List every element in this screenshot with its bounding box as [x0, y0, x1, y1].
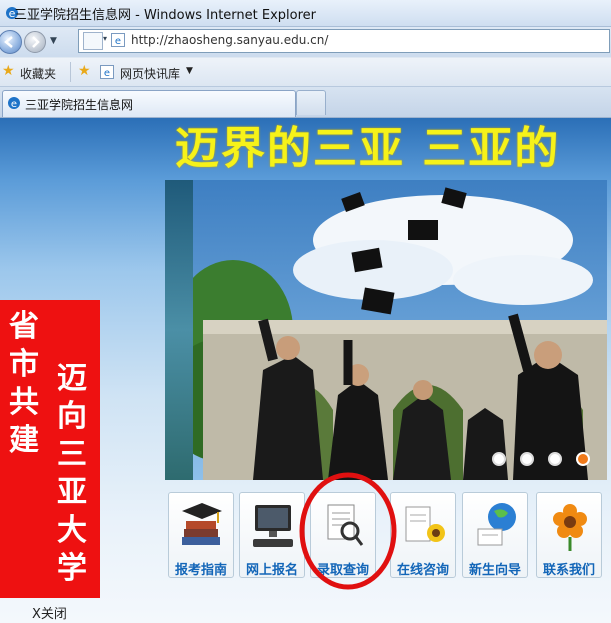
nav-button-label: 新生向导 — [468, 563, 521, 578]
separator — [70, 62, 71, 82]
nav-button-label: 联系我们 — [542, 563, 595, 578]
add-favorite-icon[interactable]: ★ — [78, 63, 91, 79]
slider-edge — [165, 180, 193, 480]
tab-favicon-icon: e — [8, 97, 20, 110]
slider-dot-1[interactable] — [492, 452, 506, 466]
header-banner-text: 迈界的三亚 三亚的 — [175, 123, 561, 174]
address-bar[interactable]: ▾ e http://zhaosheng.sanyau.edu.cn/ — [78, 29, 610, 53]
side-banner-text-1: 省市共建 — [9, 309, 39, 458]
svg-text:e: e — [11, 99, 17, 110]
photo-slider[interactable] — [165, 180, 607, 480]
nav-button-freshman-guide[interactable]: 新生向导 — [462, 492, 528, 578]
favorites-button[interactable]: 收藏夹 — [20, 65, 56, 82]
nav-button-label: 报考指南 — [174, 563, 227, 578]
tab-current[interactable]: e 三亚学院招生信息网 — [2, 90, 296, 117]
page-favicon-icon: e — [111, 33, 125, 47]
flower-icon — [553, 504, 587, 551]
compatibility-icon[interactable] — [83, 32, 103, 50]
forward-button[interactable] — [24, 31, 46, 53]
arrow-right-icon — [32, 36, 40, 48]
svg-text:e: e — [104, 68, 110, 79]
web-slice-gallery-link[interactable]: 网页快讯库 — [120, 65, 180, 82]
favorites-bar: ★ 收藏夹 ★ e 网页快讯库 ▼ — [0, 58, 611, 87]
back-button[interactable] — [0, 30, 22, 54]
globe-icon — [477, 503, 516, 546]
window-title-bar: e 三亚学院招生信息网 - Windows Internet Explorer — [0, 0, 611, 27]
nav-button-label: 网上报名 — [245, 563, 298, 578]
close-banner-link[interactable]: X关闭 — [32, 603, 67, 622]
slider-dot-2[interactable] — [520, 452, 534, 466]
tab-label: 三亚学院招生信息网 — [25, 98, 134, 112]
guide-icon — [182, 503, 222, 545]
nav-button-application-guide[interactable]: 报考指南 — [168, 492, 234, 578]
computer-icon — [253, 505, 293, 547]
notepad-flower-icon — [405, 506, 445, 542]
nav-button-contact-us[interactable]: 联系我们 — [536, 492, 602, 578]
side-banner-text-2: 迈向三亚大学 — [57, 361, 87, 586]
gallery-dropdown-icon[interactable]: ▼ — [186, 66, 193, 76]
side-banner-ad[interactable]: 省市共建 迈向三亚大学 — [0, 300, 100, 598]
slider-dot-3[interactable] — [548, 452, 562, 466]
address-dropdown-icon[interactable]: ▾ — [103, 34, 107, 43]
svg-text:e: e — [115, 36, 121, 47]
slider-dot-4-active[interactable] — [576, 452, 590, 466]
window-title: 三亚学院招生信息网 - Windows Internet Explorer — [14, 8, 316, 23]
web-slice-icon: e — [100, 65, 114, 79]
address-url: http://zhaosheng.sanyau.edu.cn/ — [131, 33, 329, 47]
page-content: 迈界的三亚 三亚的 省市共建 迈向三亚大学 X关闭 报考指南 网上报名 录取查询… — [0, 118, 611, 623]
nav-button-label: 在线咨询 — [396, 563, 449, 578]
graduation-photo — [193, 180, 607, 480]
favorites-star-icon: ★ — [2, 63, 15, 79]
new-tab-button[interactable] — [296, 90, 326, 115]
arrow-left-icon — [4, 36, 13, 48]
red-circle-annotation — [299, 472, 397, 590]
history-dropdown-icon[interactable]: ▼ — [50, 36, 57, 46]
